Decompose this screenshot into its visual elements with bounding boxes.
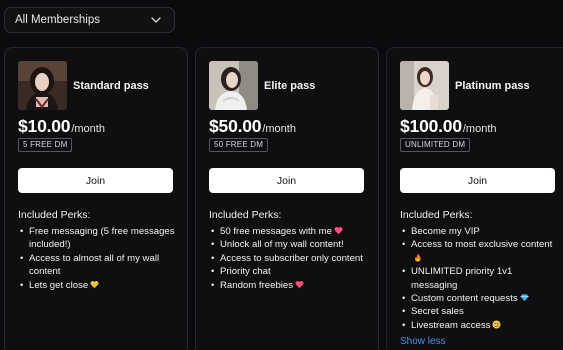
perk-item: Random freebies [209,279,369,292]
perk-item: Access to subscriber only content [209,252,369,266]
tier-name: Standard pass [73,79,149,92]
pink-heart-icon [334,227,343,235]
tier-price: $100.00 [400,116,462,136]
tier-period: /month [462,123,497,135]
perk-item: Lets get close [18,279,178,292]
join-button[interactable]: Join [400,168,555,193]
tier-period: /month [262,123,296,135]
show-less-link[interactable]: Show less [400,336,446,347]
tier-thumbnail-image [18,61,67,110]
perk-item: Free messaging (5 free messages included… [18,225,178,252]
tier-price: $50.00 [209,116,262,136]
membership-card-platinum: Platinum pass $100.00 /month UNLIMITED D… [386,47,563,350]
membership-filter-dropdown[interactable]: All Memberships [4,7,175,33]
yellow-heart-icon [90,280,99,288]
dm-badge: 50 FREE DM [209,138,269,152]
perk-item: Secret sales [400,305,560,319]
membership-card-elite: Elite pass $50.00 /month 50 FREE DM Join… [195,47,379,350]
tier-name: Platinum pass [455,79,530,92]
perks-list: Free messaging (5 free messages included… [18,225,178,292]
perk-item: Livestream access [400,319,560,333]
membership-filter-value: All Memberships [15,14,100,26]
join-button[interactable]: Join [209,168,364,193]
dm-badge: UNLIMITED DM [400,138,471,152]
tier-period: /month [71,123,105,135]
tier-thumbnail-image [400,61,449,110]
membership-card-standard: Standard pass $10.00 /month 5 FREE DM Jo… [4,47,188,350]
perk-item: Unlock all of my wall content! [209,238,369,252]
perk-item: 50 free messages with me [209,225,369,239]
pink-heart-icon [295,280,304,288]
perks-list: 50 free messages with me Unlock all of m… [209,225,369,292]
smirk-face-icon [492,320,502,329]
fire-icon [414,253,421,262]
perks-heading: Included Perks: [18,209,91,221]
tier-thumbnail-image [209,61,258,110]
join-button[interactable]: Join [18,168,173,193]
perks-list: Become my VIP Access to most exclusive c… [400,225,560,333]
perk-item: UNLIMITED priority 1v1 messaging [400,265,560,292]
perk-item: Custom content requests [400,292,560,306]
tier-name: Elite pass [264,79,316,92]
diamond-icon [520,294,529,302]
tier-price: $10.00 [18,116,71,136]
perks-heading: Included Perks: [209,209,282,221]
perks-heading: Included Perks: [400,209,473,221]
perk-item: Priority chat [209,265,369,279]
chevron-down-icon [150,14,162,26]
dm-badge: 5 FREE DM [18,138,73,152]
perk-item: Access to most exclusive content [400,238,560,265]
perk-item: Become my VIP [400,225,560,239]
perk-item: Access to almost all of my wall content [18,252,178,279]
